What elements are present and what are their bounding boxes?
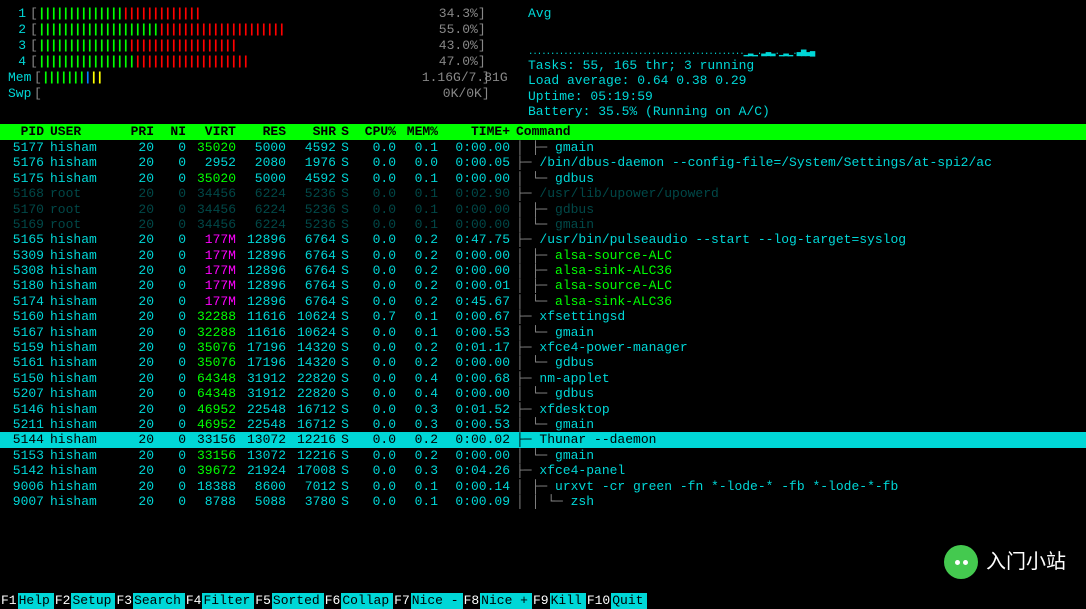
col-pri[interactable]: PRI (114, 124, 154, 140)
process-row[interactable]: 5146hisham200469522254816712S0.00.30:01.… (0, 402, 1086, 417)
meters-left: 1[|||||||||||||||||||||||||||34.3%]2[|||… (8, 6, 508, 120)
process-row[interactable]: 5175hisham2003502050004592S0.00.10:00.00… (0, 171, 1086, 186)
fkey-label[interactable]: Nice - (411, 593, 463, 609)
col-cmd[interactable]: Command (510, 124, 1084, 140)
fkey-label[interactable]: Setup (71, 593, 115, 609)
swap-meter: Swp[0K/0K] (8, 86, 508, 102)
process-row[interactable]: 5211hisham200469522254816712S0.00.30:00.… (0, 417, 1086, 432)
fkey-f2[interactable]: F2 (54, 593, 72, 609)
wechat-icon (944, 545, 978, 579)
col-shr[interactable]: SHR (286, 124, 336, 140)
col-pid[interactable]: PID (2, 124, 44, 140)
process-row[interactable]: 5207hisham200643483191222820S0.00.40:00.… (0, 386, 1086, 401)
fkey-label[interactable]: Help (18, 593, 54, 609)
process-row[interactable]: 5170root2003445662245236S0.00.10:00.00 │… (0, 202, 1086, 217)
uptime-line: Uptime: 05:19:59 (528, 89, 1078, 105)
fkey-f10[interactable]: F10 (586, 593, 611, 609)
process-row[interactable]: 5176hisham200295220801976S0.00.00:00.05 … (0, 155, 1086, 170)
battery-line: Battery: 35.5% (Running on A/C) (528, 104, 1078, 120)
process-row[interactable]: 5309hisham200177M128966764S0.00.20:00.00… (0, 248, 1086, 263)
header-section: 1[|||||||||||||||||||||||||||34.3%]2[|||… (0, 0, 1086, 124)
cpu-meter-3: 3[|||||||||||||||||||||||||||||||||43.0%… (8, 38, 508, 54)
fkey-f8[interactable]: F8 (463, 593, 481, 609)
avg-label: Avg (528, 6, 1078, 22)
col-ni[interactable]: NI (154, 124, 186, 140)
process-row[interactable]: 9007hisham200878850883780S0.00.10:00.09 … (0, 494, 1086, 509)
fkey-label[interactable]: Sorted (272, 593, 324, 609)
col-time[interactable]: TIME+ (438, 124, 510, 140)
fkey-label[interactable]: Quit (611, 593, 647, 609)
col-mem[interactable]: MEM% (396, 124, 438, 140)
process-row[interactable]: 5167hisham200322881161610624S0.00.10:00.… (0, 325, 1086, 340)
fkey-f6[interactable]: F6 (324, 593, 342, 609)
avg-chart: ........................................… (528, 26, 1078, 58)
fkey-f7[interactable]: F7 (393, 593, 411, 609)
mem-meter: Mem[||||||||||1.16G/7.81G] (8, 70, 508, 86)
cpu-meter-1: 1[|||||||||||||||||||||||||||34.3%] (8, 6, 508, 22)
process-row[interactable]: 5160hisham200322881161610624S0.70.10:00.… (0, 309, 1086, 324)
function-key-bar: F1HelpF2SetupF3SearchF4FilterF5SortedF6C… (0, 593, 1086, 609)
cpu-meter-4: 4[|||||||||||||||||||||||||||||||||||47.… (8, 54, 508, 70)
watermark-text: 入门小站 (986, 550, 1066, 574)
watermark: 入门小站 (944, 545, 1066, 579)
process-row[interactable]: 5168root2003445662245236S0.00.10:02.90 ├… (0, 186, 1086, 201)
process-row[interactable]: 5150hisham200643483191222820S0.00.40:00.… (0, 371, 1086, 386)
fkey-f3[interactable]: F3 (115, 593, 133, 609)
col-virt[interactable]: VIRT (186, 124, 236, 140)
process-row[interactable]: 5161hisham200350761719614320S0.00.20:00.… (0, 355, 1086, 370)
process-row[interactable]: 5153hisham200331561307212216S0.00.20:00.… (0, 448, 1086, 463)
tasks-line: Tasks: 55, 165 thr; 3 running (528, 58, 1078, 74)
col-s[interactable]: S (336, 124, 354, 140)
fkey-f1[interactable]: F1 (0, 593, 18, 609)
process-row[interactable]: 5169root2003445662245236S0.00.10:00.00 │… (0, 217, 1086, 232)
table-header[interactable]: PID USER PRI NI VIRT RES SHR S CPU% MEM%… (0, 124, 1086, 140)
fkey-label[interactable]: Nice + (480, 593, 532, 609)
stats-right: Avg ....................................… (508, 6, 1078, 120)
process-row[interactable]: 5144hisham200331561307212216S0.00.20:00.… (0, 432, 1086, 447)
fkey-label[interactable]: Kill (550, 593, 586, 609)
process-row[interactable]: 5174hisham200177M128966764S0.00.20:45.67… (0, 294, 1086, 309)
process-row[interactable]: 5159hisham200350761719614320S0.00.20:01.… (0, 340, 1086, 355)
process-row[interactable]: 5165hisham200177M128966764S0.00.20:47.75… (0, 232, 1086, 247)
process-row[interactable]: 5142hisham200396722192417008S0.00.30:04.… (0, 463, 1086, 478)
process-row[interactable]: 5177hisham2003502050004592S0.00.10:00.00… (0, 140, 1086, 155)
col-cpu[interactable]: CPU% (354, 124, 396, 140)
fkey-label[interactable]: Filter (202, 593, 254, 609)
fkey-f9[interactable]: F9 (532, 593, 550, 609)
fkey-f5[interactable]: F5 (254, 593, 272, 609)
process-row[interactable]: 5308hisham200177M128966764S0.00.20:00.00… (0, 263, 1086, 278)
load-line: Load average: 0.64 0.38 0.29 (528, 73, 1078, 89)
process-table[interactable]: 5177hisham2003502050004592S0.00.10:00.00… (0, 140, 1086, 509)
process-row[interactable]: 5180hisham200177M128966764S0.00.20:00.01… (0, 278, 1086, 293)
fkey-f4[interactable]: F4 (185, 593, 203, 609)
fkey-label[interactable]: Search (133, 593, 185, 609)
process-row[interactable]: 9006hisham2001838886007012S0.00.10:00.14… (0, 479, 1086, 494)
col-user[interactable]: USER (44, 124, 114, 140)
fkey-label[interactable]: Collap (341, 593, 393, 609)
cpu-meter-2: 2[||||||||||||||||||||||||||||||||||||||… (8, 22, 508, 38)
col-res[interactable]: RES (236, 124, 286, 140)
